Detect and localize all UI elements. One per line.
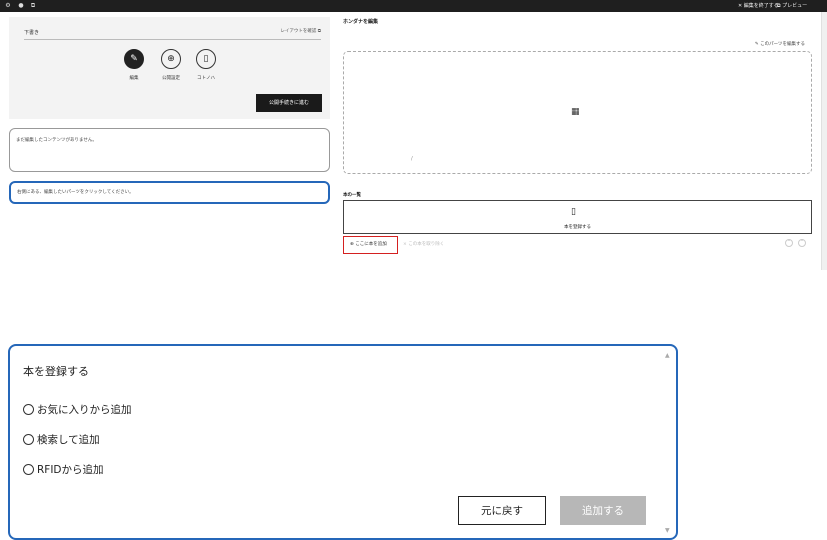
globe-icon[interactable]: ● xyxy=(17,2,25,10)
publish-button[interactable]: 公開手続きに進む xyxy=(256,94,322,112)
move-up-icon[interactable]: ˄ xyxy=(785,239,793,247)
preview-button[interactable]: ⧉ プレビュー xyxy=(777,2,807,10)
option-rfid[interactable]: RFIDから追加 xyxy=(23,462,104,477)
hint-box: 右側にある、編集したいパーツをクリックしてください。 xyxy=(9,181,330,204)
no-content-message: まだ編集したコンテンツがありません。 xyxy=(16,138,97,143)
register-book-dialog: 本を登録する お気に入りから追加 検索して追加 RFIDから追加 元に戻す 追加… xyxy=(8,344,678,540)
tool-kotonoha-label: コトノハ xyxy=(197,76,215,81)
settings-icon[interactable]: ⚙ xyxy=(4,2,12,10)
shelf-image-area[interactable]: ▦ / xyxy=(343,51,812,174)
hint-message: 右側にある、編集したいパーツをクリックしてください。 xyxy=(17,190,134,195)
option-favorites[interactable]: お気に入りから追加 xyxy=(23,402,132,417)
dialog-scrollbar[interactable]: ▲ ▼ xyxy=(664,348,674,536)
radio-favorites[interactable] xyxy=(23,404,34,415)
book-icon: ▯ xyxy=(571,207,576,217)
top-bar: ⚙ ● ⧉ ✕ 編集を終了する ⧉ プレビュー xyxy=(0,0,827,12)
editor-title: ホンダナを編集 xyxy=(343,19,379,25)
scroll-up-icon[interactable]: ▲ xyxy=(665,352,670,359)
edit-part-link[interactable]: ✎ このパーツを編集する xyxy=(755,41,805,47)
page-scrollbar[interactable] xyxy=(821,12,827,270)
tool-publish-settings[interactable]: ⊕ 公開設定 xyxy=(160,49,182,81)
globe-icon: ⊕ xyxy=(161,49,181,69)
dialog-title: 本を登録する xyxy=(23,365,89,378)
option-search-label: 検索して追加 xyxy=(37,434,100,446)
radio-rfid[interactable] xyxy=(23,464,34,475)
books-list-title: 本の一覧 xyxy=(343,193,361,198)
tool-publish-settings-label: 公開設定 xyxy=(162,76,180,81)
slash-text: / xyxy=(411,156,413,162)
draft-panel: 下書き レイアウトを確認 ⧉ ✎ 編集 ⊕ 公開設定 ▯ コトノハ 公開手続きに… xyxy=(9,17,330,119)
add-button[interactable]: 追加する xyxy=(560,496,646,525)
image-icon: ▦ xyxy=(571,107,580,117)
tool-kotonoha[interactable]: ▯ コトノハ xyxy=(195,49,217,81)
remove-book-link[interactable]: × この本を取り除く xyxy=(403,241,444,247)
external-link-icon[interactable]: ⧉ xyxy=(29,2,37,10)
layout-check-link[interactable]: レイアウトを確認 ⧉ xyxy=(280,28,321,34)
scroll-down-icon[interactable]: ▼ xyxy=(665,527,670,534)
divider xyxy=(24,39,321,40)
option-search[interactable]: 検索して追加 xyxy=(23,432,100,447)
bookmark-icon: ▯ xyxy=(196,49,216,69)
end-edit-button[interactable]: ✕ 編集を終了する xyxy=(738,2,779,10)
draft-label: 下書き xyxy=(24,30,40,36)
option-favorites-label: お気に入りから追加 xyxy=(37,404,132,416)
register-book-button[interactable]: ▯ 本を登録する xyxy=(343,200,812,234)
radio-search[interactable] xyxy=(23,434,34,445)
option-rfid-label: RFIDから追加 xyxy=(37,464,104,476)
tool-edit[interactable]: ✎ 編集 xyxy=(123,49,145,81)
register-book-label: 本を登録する xyxy=(564,225,591,230)
move-down-icon[interactable]: ˅ xyxy=(798,239,806,247)
add-book-here-button[interactable]: ⊕ ここに本を追加 xyxy=(343,236,398,254)
edit-part-label: このパーツを編集する xyxy=(760,42,805,47)
back-button[interactable]: 元に戻す xyxy=(458,496,546,525)
tool-edit-label: 編集 xyxy=(129,76,139,81)
no-content-box: まだ編集したコンテンツがありません。 xyxy=(9,128,330,172)
edit-icon: ✎ xyxy=(124,49,144,69)
